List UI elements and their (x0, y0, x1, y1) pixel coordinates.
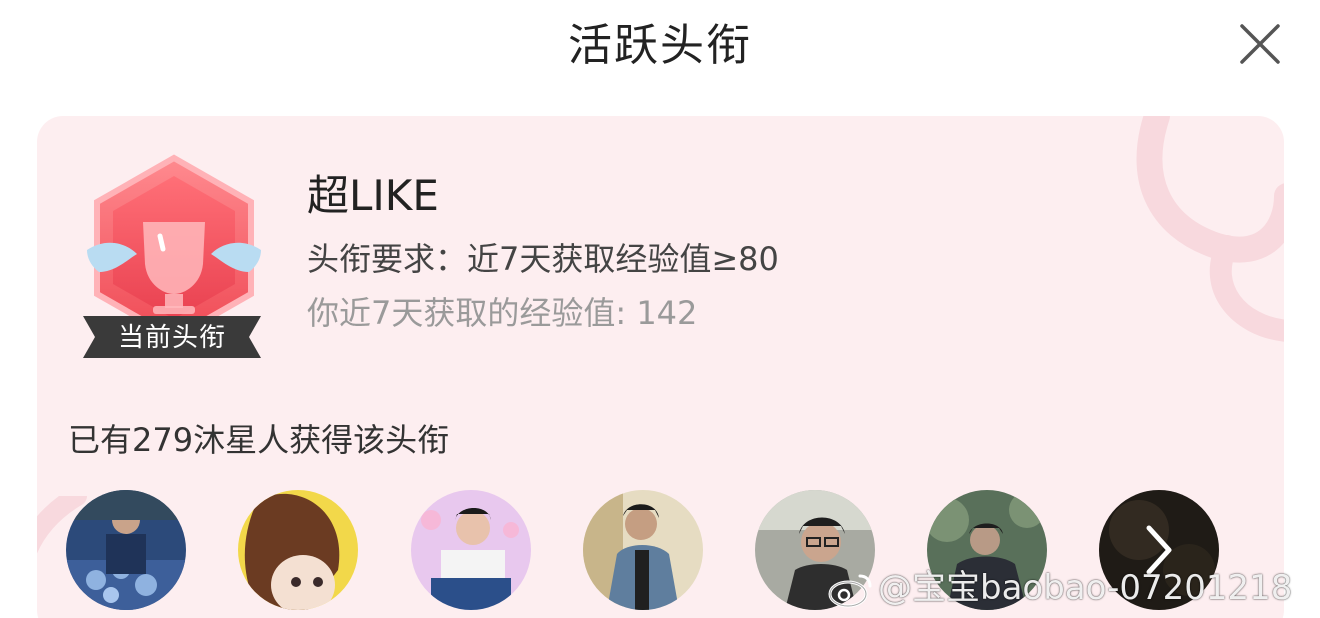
title-info: 超LIKE 头衔要求：近7天获取经验值≥80 你近7天获取的经验值: 142 (307, 171, 779, 333)
user-exp: 你近7天获取的经验值: 142 (307, 294, 698, 332)
title-card: 当前头衔 超LIKE 头衔要求：近7天获取经验值≥80 你近7天获取的经验值: … (37, 116, 1284, 618)
holders-count: 已有279沐星人获得该头衔 (68, 421, 450, 459)
close-button[interactable] (1238, 22, 1282, 66)
badge-ribbon-label: 当前头衔 (117, 323, 226, 353)
close-icon[interactable] (1238, 22, 1282, 66)
watermark-text: @宝宝baobao-07201218 (878, 568, 1293, 608)
page-title: 活跃头衔 (568, 20, 752, 71)
avatar-holder-2[interactable] (238, 490, 358, 610)
title-name: 超LIKE (307, 171, 439, 220)
watermark: @宝宝baobao-07201218 (826, 566, 1292, 610)
card-decoration (1136, 116, 1284, 342)
weibo-icon (828, 574, 872, 607)
avatar-holder-4[interactable] (583, 490, 703, 610)
avatar-holder-1[interactable] (66, 490, 186, 610)
title-detail-page: 活跃头衔 当前头衔 超LIKE 头衔要求：近7天获取经验值≥80 你近7天获取的… (0, 0, 1320, 618)
avatar-holder-3[interactable] (411, 490, 531, 610)
title-requirement: 头衔要求：近7天获取经验值≥80 (307, 240, 779, 278)
